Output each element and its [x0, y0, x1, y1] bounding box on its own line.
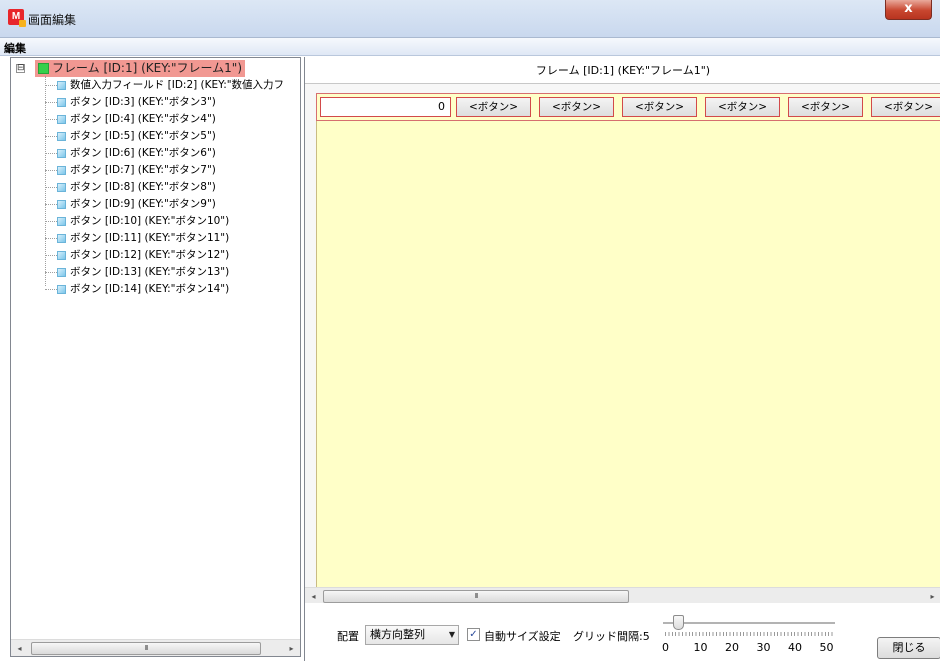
- canvas-horizontal-scrollbar[interactable]: ◂ III ▸: [305, 587, 940, 603]
- component-icon: [57, 165, 66, 175]
- scroll-right-icon[interactable]: ▸: [283, 640, 300, 656]
- component-icon: [57, 114, 66, 124]
- component-icon: [57, 267, 66, 277]
- scroll-left-icon[interactable]: ◂: [11, 640, 28, 656]
- tree-node-item[interactable]: ボタン [ID:5] (KEY:"ボタン5"): [57, 128, 216, 145]
- tree-node-label: ボタン [ID:11] (KEY:"ボタン11"): [70, 232, 230, 244]
- frame-button[interactable]: <ボタン>: [788, 97, 863, 117]
- slider-tick-label: 50: [819, 641, 834, 654]
- slider-tick-label: 30: [756, 641, 771, 654]
- tree-connector: [45, 204, 57, 205]
- tree-connector: [45, 136, 57, 137]
- frame-button[interactable]: <ボタン>: [871, 97, 940, 117]
- tree-node-item[interactable]: ボタン [ID:6] (KEY:"ボタン6"): [57, 145, 216, 162]
- tree-node-label: ボタン [ID:7] (KEY:"ボタン7"): [70, 164, 216, 176]
- layout-label: 配置: [337, 630, 359, 643]
- window-title: 画面編集: [28, 13, 77, 27]
- slider-tick-label: 0: [662, 641, 669, 654]
- layout-select[interactable]: 横方向整列 ▼: [365, 625, 459, 645]
- auto-size-checkbox[interactable]: ✓: [467, 628, 480, 641]
- tree-connector: [45, 289, 57, 290]
- tree-connector: [45, 85, 57, 86]
- tree-node-item[interactable]: ボタン [ID:8] (KEY:"ボタン8"): [57, 179, 216, 196]
- grid-slider-track[interactable]: [663, 622, 835, 624]
- tree-node-item[interactable]: ボタン [ID:3] (KEY:"ボタン3"): [57, 94, 216, 111]
- tree-node-label: ボタン [ID:13] (KEY:"ボタン13"): [70, 266, 230, 278]
- tree-node-label: ボタン [ID:14] (KEY:"ボタン14"): [70, 283, 230, 295]
- frame-button[interactable]: <ボタン>: [705, 97, 780, 117]
- menu-bar: 編集: [0, 38, 940, 56]
- slider-tick-label: 20: [725, 641, 739, 654]
- scroll-thumb[interactable]: III: [31, 642, 261, 655]
- tree-node-item[interactable]: ボタン [ID:10] (KEY:"ボタン10"): [57, 213, 229, 230]
- control-bar: 配置 横方向整列 ▼ ✓ 自動サイズ設定 グリッド間隔:5 0 10 20 30 40 5…: [305, 603, 940, 661]
- editor-panel: フレーム [ID:1] (KEY:"フレーム1") 0 <ボタン> <ボタン> <ボ…: [304, 57, 940, 661]
- tree-connector: [45, 170, 57, 171]
- layout-select-value: 横方向整列: [370, 628, 425, 641]
- tree-node-item[interactable]: ボタン [ID:7] (KEY:"ボタン7"): [57, 162, 216, 179]
- grid-slider-thumb[interactable]: [673, 615, 684, 630]
- tree-connector: [45, 119, 57, 120]
- component-icon: [57, 284, 66, 294]
- slider-ticks: [665, 632, 835, 636]
- component-tree[interactable]: ⊟ フレーム [ID:1] (KEY:"フレーム1") 数値入力フィールド [I…: [10, 57, 301, 657]
- auto-size-label: 自動サイズ設定: [484, 630, 561, 643]
- tree-node-item[interactable]: ボタン [ID:11] (KEY:"ボタン11"): [57, 230, 229, 247]
- tree-node-label: ボタン [ID:10] (KEY:"ボタン10"): [70, 215, 230, 227]
- component-icon: [57, 148, 66, 158]
- slider-tick-label: 40: [788, 641, 802, 654]
- component-icon: [57, 233, 66, 243]
- close-dialog-button[interactable]: 閉じる: [877, 637, 940, 659]
- scroll-thumb[interactable]: III: [323, 590, 629, 603]
- component-icon: [57, 182, 66, 192]
- grid-spacing-label: グリッド間隔:5: [573, 630, 650, 643]
- tree-node-item[interactable]: ボタン [ID:14] (KEY:"ボタン14"): [57, 281, 229, 298]
- collapse-icon[interactable]: ⊟: [16, 64, 25, 73]
- frame-button[interactable]: <ボタン>: [456, 97, 531, 117]
- slider-tick-label: 10: [693, 641, 708, 654]
- tree-node-label: 数値入力フィールド [ID:2] (KEY:"数値入力フ: [70, 79, 285, 91]
- tree-connector: [45, 238, 57, 239]
- window-close-button[interactable]: x: [885, 0, 932, 20]
- tree-node-label: ボタン [ID:9] (KEY:"ボタン9"): [70, 198, 216, 210]
- tree-connector: [45, 187, 57, 188]
- tree-node-frame[interactable]: フレーム [ID:1] (KEY:"フレーム1"): [35, 60, 245, 77]
- tree-node-label: ボタン [ID:4] (KEY:"ボタン4"): [70, 113, 216, 125]
- dropdown-arrow-icon: ▼: [448, 630, 455, 639]
- frame-button[interactable]: <ボタン>: [622, 97, 697, 117]
- tree-connector: [45, 272, 57, 273]
- tree-node-label: ボタン [ID:8] (KEY:"ボタン8"): [70, 181, 216, 193]
- tree-node-label: ボタン [ID:12] (KEY:"ボタン12"): [70, 249, 230, 261]
- tree-node-item[interactable]: ボタン [ID:9] (KEY:"ボタン9"): [57, 196, 216, 213]
- component-icon: [57, 80, 66, 90]
- title-bar: M 画面編集 x: [0, 0, 940, 38]
- component-icon: [57, 216, 66, 226]
- tree-node-label: ボタン [ID:6] (KEY:"ボタン6"): [70, 147, 216, 159]
- tree-node-label: ボタン [ID:5] (KEY:"ボタン5"): [70, 130, 216, 142]
- design-canvas[interactable]: 0 <ボタン> <ボタン> <ボタン> <ボタン> <ボタン> <ボタン>: [305, 84, 940, 645]
- component-icon: [57, 97, 66, 107]
- component-icon: [57, 250, 66, 260]
- tree-connector: [45, 255, 57, 256]
- component-icon: [57, 199, 66, 209]
- component-row: 0 <ボタン> <ボタン> <ボタン> <ボタン> <ボタン> <ボタン>: [316, 93, 940, 121]
- tree-node-item[interactable]: ボタン [ID:12] (KEY:"ボタン12"): [57, 247, 229, 264]
- frame-icon: [38, 63, 49, 74]
- frame-title: フレーム [ID:1] (KEY:"フレーム1"): [305, 57, 940, 84]
- tree-node-label: フレーム [ID:1] (KEY:"フレーム1"): [52, 61, 242, 75]
- number-input-field[interactable]: 0: [320, 97, 451, 117]
- tree-node-item[interactable]: 数値入力フィールド [ID:2] (KEY:"数値入力フ: [57, 77, 284, 94]
- tree-connector: [45, 221, 57, 222]
- component-icon: [57, 131, 66, 141]
- tree-node-item[interactable]: ボタン [ID:4] (KEY:"ボタン4"): [57, 111, 216, 128]
- frame-area[interactable]: [316, 93, 940, 604]
- tree-connector: [45, 153, 57, 154]
- tree-horizontal-scrollbar[interactable]: ◂ III ▸: [11, 639, 300, 656]
- menu-edit[interactable]: 編集: [4, 40, 26, 56]
- tree-connector: [45, 102, 57, 103]
- tree-node-item[interactable]: ボタン [ID:13] (KEY:"ボタン13"): [57, 264, 229, 281]
- app-logo-icon: M: [8, 9, 26, 27]
- tree-node-label: ボタン [ID:3] (KEY:"ボタン3"): [70, 96, 216, 108]
- frame-button[interactable]: <ボタン>: [539, 97, 614, 117]
